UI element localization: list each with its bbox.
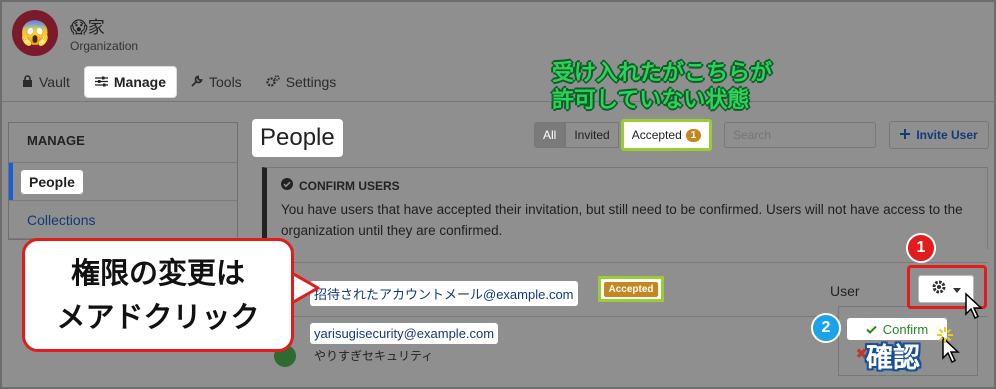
nav-tabs: Vault Manage Tools Settings: [12, 66, 346, 98]
callout-line: 権限の変更は: [70, 256, 245, 290]
tab-vault[interactable]: Vault: [12, 66, 80, 98]
tab-tools[interactable]: Tools: [181, 66, 252, 98]
confirm-users-callout: CONFIRM USERS You have users that have a…: [262, 167, 988, 249]
annotation-line: 受け入れたがこちらが: [552, 61, 773, 86]
wrench-icon: [191, 74, 203, 90]
cogs-icon: [266, 74, 280, 90]
step-2-badge: 2: [811, 313, 841, 343]
chevron-down-icon: [953, 280, 961, 298]
annotation-line: 許可していない状態: [552, 88, 750, 113]
confirm-annotation: 確認: [866, 343, 920, 374]
sidebar: MANAGE People Collections: [8, 122, 238, 240]
plus-icon: [900, 128, 911, 142]
filter-all-button[interactable]: All: [534, 122, 566, 148]
sidebar-heading: MANAGE: [9, 123, 237, 163]
invite-user-button[interactable]: Invite User: [889, 121, 989, 149]
nav-divider: [0, 101, 996, 102]
tab-settings-label: Settings: [285, 74, 337, 90]
status-badge-label: Accepted: [604, 281, 658, 297]
org-name: 😱家: [70, 18, 105, 38]
status-badge: Accepted: [598, 276, 664, 302]
filter-accepted-button[interactable]: Accepted 1: [620, 119, 713, 151]
org-avatar: 😱: [12, 10, 58, 56]
sidebar-item-collections[interactable]: Collections: [9, 201, 237, 239]
user-email-link[interactable]: yarisugisecurity@example.com: [310, 323, 499, 344]
sidebar-item-label: People: [21, 169, 83, 194]
invite-user-label: Invite User: [916, 128, 978, 142]
tab-vault-label: Vault: [39, 74, 70, 90]
mouse-cursor-icon: [965, 292, 983, 320]
tab-manage[interactable]: Manage: [83, 66, 177, 98]
lock-icon: [22, 74, 33, 90]
accepted-count-badge: 1: [685, 128, 702, 142]
annotation-callout: 権限の変更は メアドクリック: [22, 238, 294, 352]
org-header: 😱 😱家 Organization: [12, 10, 138, 56]
confirm-menu-label: Confirm: [882, 321, 929, 337]
filter-accepted-label: Accepted: [631, 128, 682, 142]
callout-line: メアドクリック: [56, 300, 260, 334]
row-divider: [262, 262, 988, 263]
sidebar-item-people[interactable]: People: [9, 163, 237, 201]
tab-manage-label: Manage: [113, 74, 166, 90]
gear-icon: [931, 279, 947, 300]
sliders-icon: [94, 74, 108, 90]
callout-tail: [290, 270, 320, 306]
confirm-users-text: You have users that have accepted their …: [281, 202, 963, 238]
filter-invited-button[interactable]: Invited: [565, 122, 619, 148]
tab-settings[interactable]: Settings: [256, 66, 347, 98]
annotation-accepted-note: 受け入れたがこちらが 許可していない状態: [552, 60, 772, 114]
tab-tools-label: Tools: [209, 74, 242, 90]
user-email-link[interactable]: 招待されたアカウントメール@example.com: [310, 281, 578, 306]
user-name: やりすぎセキュリティ: [314, 349, 434, 363]
status-filter: All Invited Accepted 1: [534, 119, 713, 151]
click-burst-icon: [937, 327, 953, 343]
org-subtitle: Organization: [70, 39, 139, 53]
check-circle-icon: [281, 178, 293, 193]
confirm-users-heading: CONFIRM USERS: [299, 178, 400, 193]
check-icon: [866, 322, 877, 337]
page-title: People: [252, 119, 343, 157]
search-input[interactable]: [724, 122, 876, 148]
user-type: User: [830, 283, 860, 299]
step-1-badge: 1: [906, 233, 936, 263]
